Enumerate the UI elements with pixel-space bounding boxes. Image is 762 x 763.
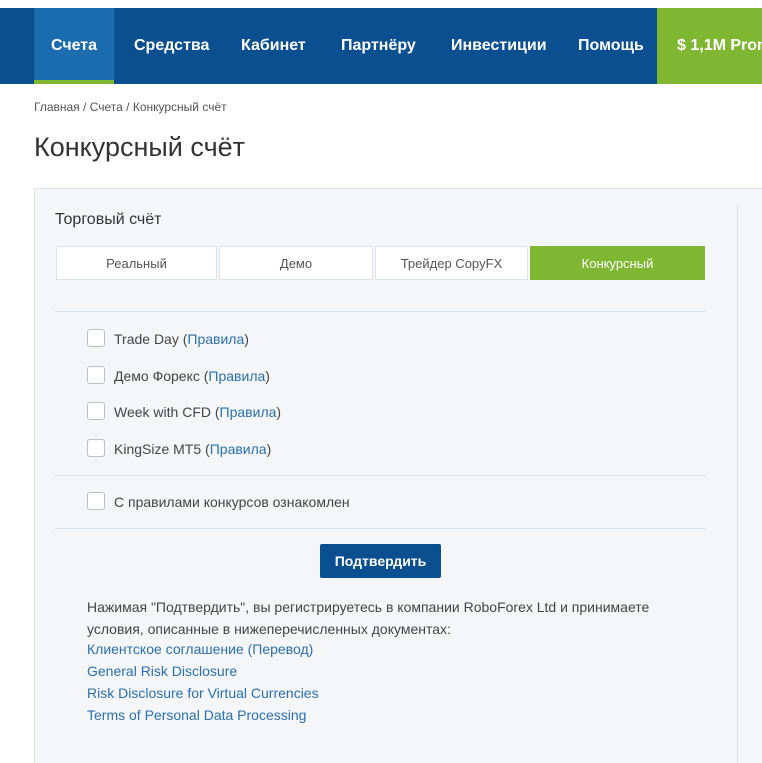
personal-data-terms-link[interactable]: Terms of Personal Data Processing bbox=[87, 704, 306, 726]
tab-copyfx-trader[interactable]: Трейдер CopyFX bbox=[375, 246, 528, 280]
panel-divider bbox=[737, 205, 738, 763]
nav-item-partner[interactable]: Партнёру bbox=[341, 8, 416, 84]
virtual-currencies-risk-link[interactable]: Risk Disclosure for Virtual Currencies bbox=[87, 682, 319, 704]
contest-option-kingsize-mt5[interactable]: KingSize MT5 (Правила) bbox=[87, 438, 271, 460]
promo-button[interactable]: $ 1,1M Promo bbox=[657, 8, 762, 84]
breadcrumb-accounts-link[interactable]: Счета bbox=[90, 100, 123, 114]
divider bbox=[55, 311, 706, 312]
top-navigation-bar: Счета Средства Кабинет Партнёру Инвестиц… bbox=[0, 8, 762, 84]
tab-real[interactable]: Реальный bbox=[56, 246, 217, 280]
contest-name: KingSize MT5 bbox=[114, 441, 202, 457]
breadcrumb-current: Конкурсный счёт bbox=[132, 100, 227, 114]
rules-link[interactable]: Правила bbox=[208, 368, 265, 384]
agree-checkbox[interactable] bbox=[87, 492, 105, 511]
checkbox[interactable] bbox=[87, 439, 105, 458]
contest-option-trade-day[interactable]: Trade Day (Правила) bbox=[87, 328, 249, 350]
checkbox[interactable] bbox=[87, 402, 105, 421]
section-title: Торговый счёт bbox=[55, 211, 162, 228]
agree-rules-option[interactable]: С правилами конкурсов ознакомлен bbox=[87, 491, 350, 513]
confirm-button[interactable]: Подтвердить bbox=[320, 544, 441, 578]
contest-name: Week with CFD bbox=[114, 404, 211, 420]
breadcrumb-separator: / bbox=[126, 100, 130, 114]
contest-name: Демо Форекс bbox=[114, 368, 200, 384]
breadcrumb: Главная / Счета / Конкурсный счёт bbox=[34, 100, 227, 114]
client-agreement-link[interactable]: Клиентское соглашение (Перевод) bbox=[87, 638, 313, 660]
nav-item-help[interactable]: Помощь bbox=[578, 8, 644, 84]
checkbox[interactable] bbox=[87, 366, 105, 385]
tab-demo[interactable]: Демо bbox=[219, 246, 373, 280]
contest-name: Trade Day bbox=[114, 331, 179, 347]
nav-item-accounts[interactable]: Счета bbox=[34, 8, 114, 84]
registration-notice: Нажимая "Подтвердить", вы регистрируетес… bbox=[87, 599, 650, 637]
nav-item-investments[interactable]: Инвестиции bbox=[451, 8, 547, 84]
page-title: Конкурсный счёт bbox=[34, 132, 246, 162]
rules-link[interactable]: Правила bbox=[187, 331, 244, 347]
promo-label: $ 1,1M Promo bbox=[677, 37, 762, 54]
general-risk-disclosure-link[interactable]: General Risk Disclosure bbox=[87, 660, 237, 682]
breadcrumb-separator: / bbox=[83, 100, 87, 114]
rules-link[interactable]: Правила bbox=[210, 441, 267, 457]
nav-item-cabinet[interactable]: Кабинет bbox=[241, 8, 306, 84]
divider bbox=[55, 528, 706, 529]
tab-contest[interactable]: Конкурсный bbox=[530, 246, 705, 280]
nav-item-funds[interactable]: Средства bbox=[134, 8, 209, 84]
breadcrumb-home-link[interactable]: Главная bbox=[34, 100, 80, 114]
rules-link[interactable]: Правила bbox=[220, 404, 277, 420]
agree-label: С правилами конкурсов ознакомлен bbox=[114, 494, 350, 510]
checkbox[interactable] bbox=[87, 329, 105, 348]
divider bbox=[55, 475, 706, 476]
contest-option-demo-forex[interactable]: Демо Форекс (Правила) bbox=[87, 365, 270, 387]
contest-option-week-with-cfd[interactable]: Week with CFD (Правила) bbox=[87, 401, 281, 423]
